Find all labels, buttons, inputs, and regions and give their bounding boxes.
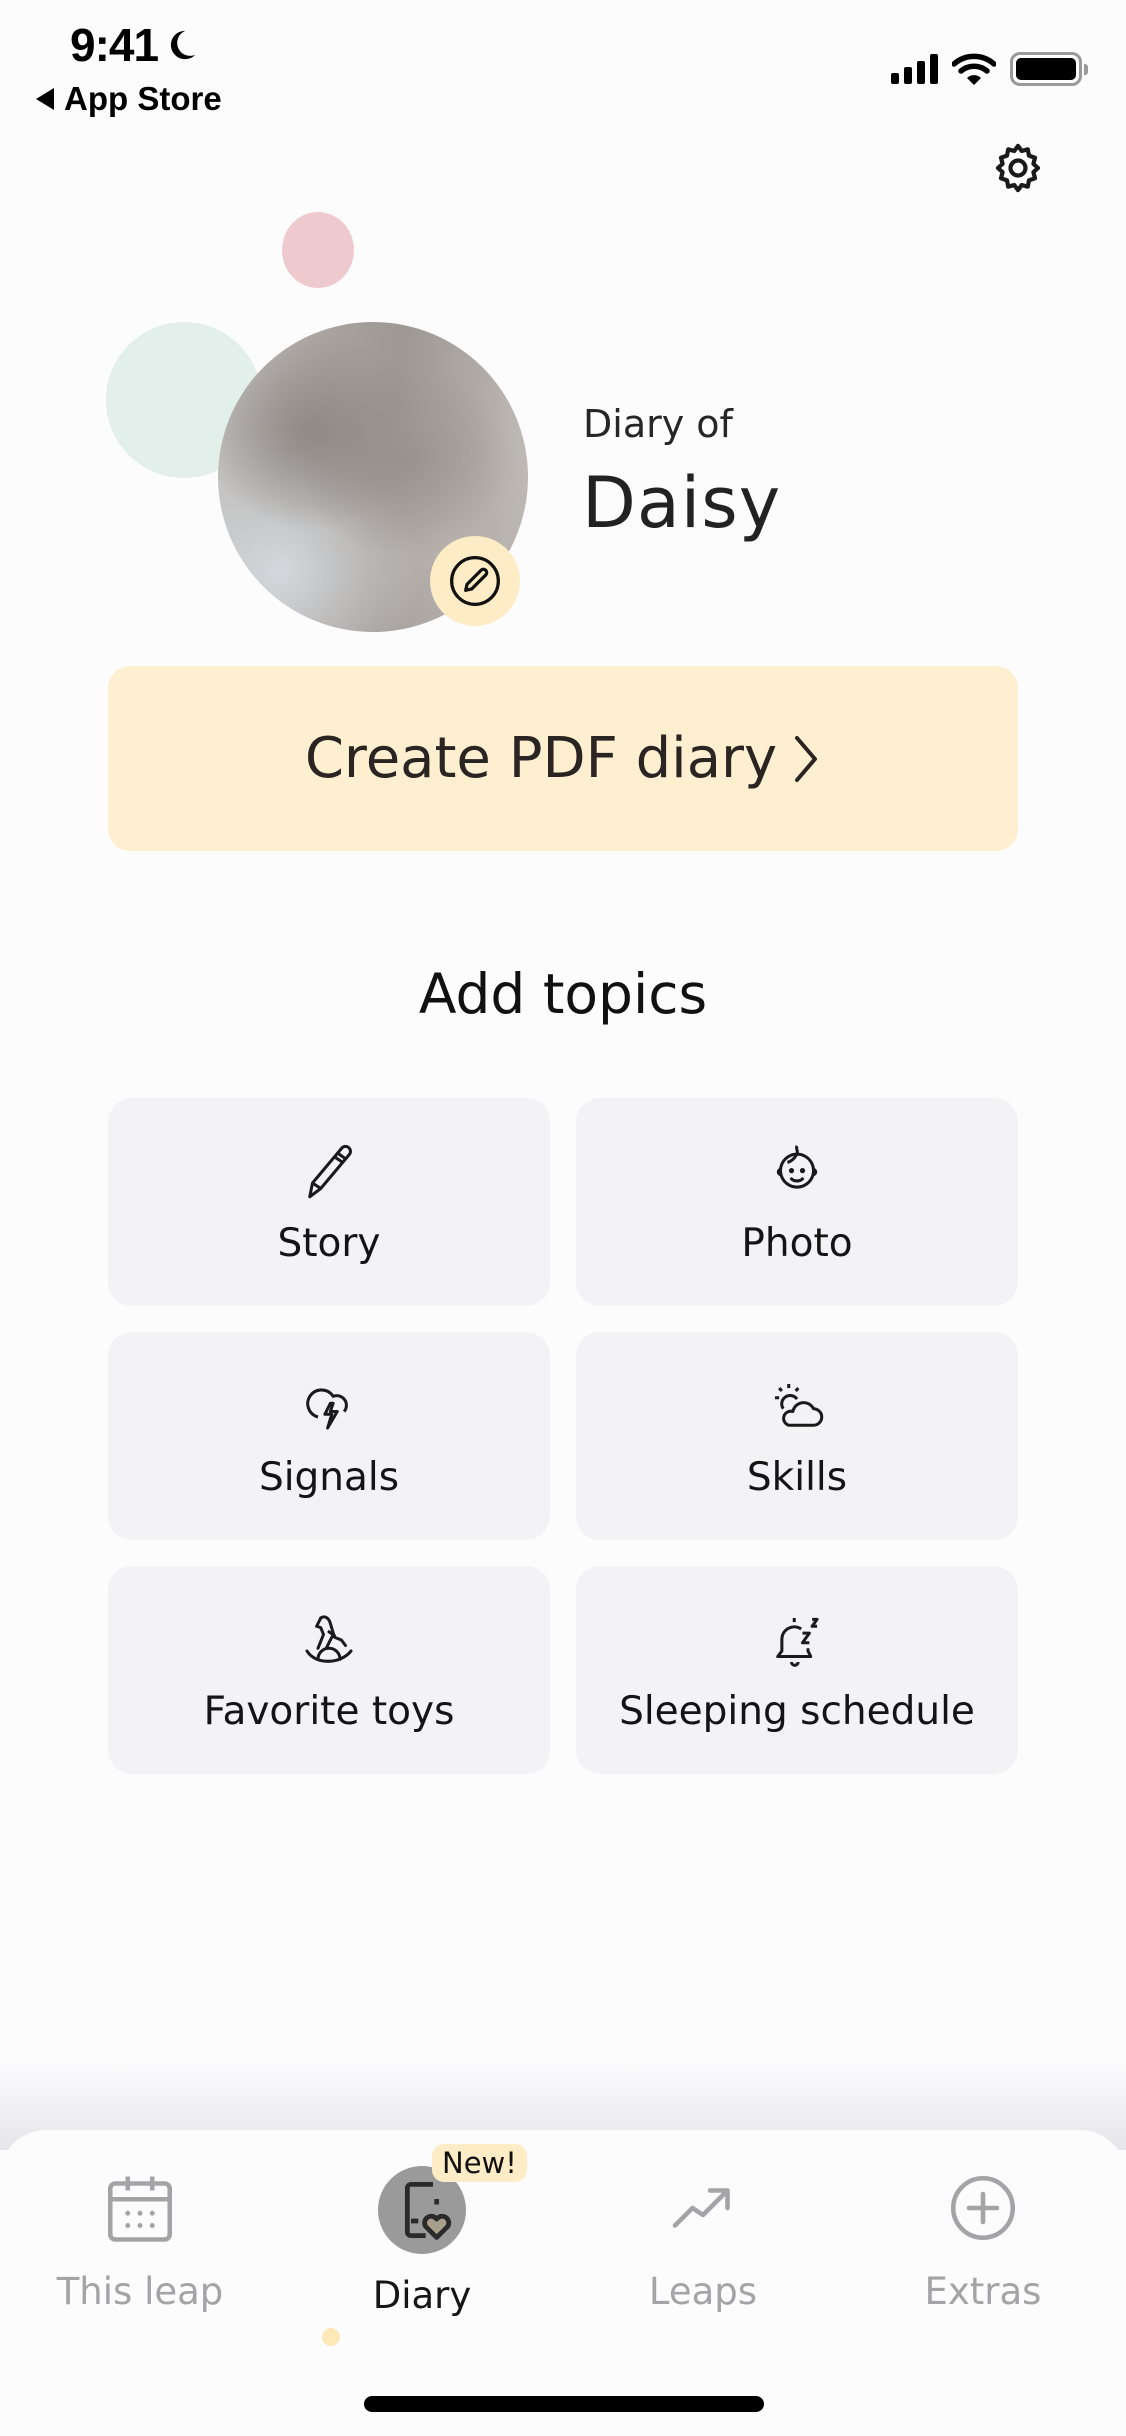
tab-leaps[interactable]: Leaps	[593, 2166, 813, 2313]
create-pdf-diary-button[interactable]: Create PDF diary	[108, 666, 1018, 851]
topic-story[interactable]: Story	[108, 1098, 550, 1306]
topic-label: Story	[277, 1220, 381, 1266]
tab-extras[interactable]: Extras	[873, 2166, 1093, 2313]
new-badge: New!	[432, 2144, 527, 2182]
tab-bar: This leap Diary Leaps Extras New!	[0, 2130, 1126, 2436]
battery-icon	[1010, 52, 1088, 86]
sleeping-bell-icon	[776, 1617, 819, 1667]
topics-grid: Story Photo Signals Skills Favorite toys…	[108, 1098, 1018, 1774]
topic-label: Skills	[746, 1454, 848, 1500]
create-pdf-label: Create PDF diary	[304, 726, 778, 791]
back-arrow-icon	[36, 88, 54, 110]
trend-up-icon	[672, 2188, 730, 2228]
plus-circle-icon	[950, 2175, 1016, 2241]
status-time: 9:41	[70, 18, 198, 72]
pencil-icon	[308, 1144, 352, 1198]
baby-face-icon	[776, 1144, 818, 1189]
chevron-right-icon	[795, 735, 818, 782]
topic-label: Sleeping schedule	[619, 1688, 975, 1734]
child-name: Daisy	[582, 462, 782, 544]
moon-icon	[170, 30, 196, 60]
tab-label: Leaps	[648, 2270, 758, 2313]
add-topics-title: Add topics	[418, 962, 708, 1026]
topic-sleeping-schedule[interactable]: Sleeping schedule	[576, 1566, 1018, 1774]
sun-cloud-icon	[775, 1383, 824, 1427]
decor-dot-pink	[282, 212, 354, 288]
topic-label: Photo	[741, 1220, 853, 1266]
rocking-horse-icon	[305, 1614, 353, 1663]
topic-favorite-toys[interactable]: Favorite toys	[108, 1566, 550, 1774]
topic-label: Signals	[258, 1454, 400, 1500]
tab-label: Diary	[372, 2274, 472, 2317]
status-indicators	[891, 52, 1088, 86]
diary-of-label: Diary of	[583, 402, 733, 446]
active-tab-indicator	[322, 2328, 340, 2346]
gear-icon[interactable]	[990, 140, 1046, 196]
wifi-icon	[952, 53, 996, 85]
time-text: 9:41	[70, 19, 159, 71]
edit-avatar-button[interactable]	[430, 536, 520, 626]
home-indicator[interactable]	[364, 2396, 764, 2412]
topic-label: Favorite toys	[203, 1688, 455, 1734]
tab-label: Extras	[924, 2270, 1042, 2313]
tab-label: This leap	[56, 2270, 224, 2313]
tab-diary[interactable]: Diary	[312, 2166, 532, 2317]
signal-icon	[891, 54, 938, 84]
storm-cloud-icon	[306, 1387, 348, 1430]
topic-photo[interactable]: Photo	[576, 1098, 1018, 1306]
pencil-circle-icon	[450, 556, 500, 606]
topic-skills[interactable]: Skills	[576, 1332, 1018, 1540]
back-to-app-store[interactable]: App Store	[36, 80, 222, 118]
topic-signals[interactable]: Signals	[108, 1332, 550, 1540]
tab-this-leap[interactable]: This leap	[30, 2166, 250, 2313]
calendar-icon	[107, 2176, 173, 2242]
back-label: App Store	[64, 80, 222, 117]
